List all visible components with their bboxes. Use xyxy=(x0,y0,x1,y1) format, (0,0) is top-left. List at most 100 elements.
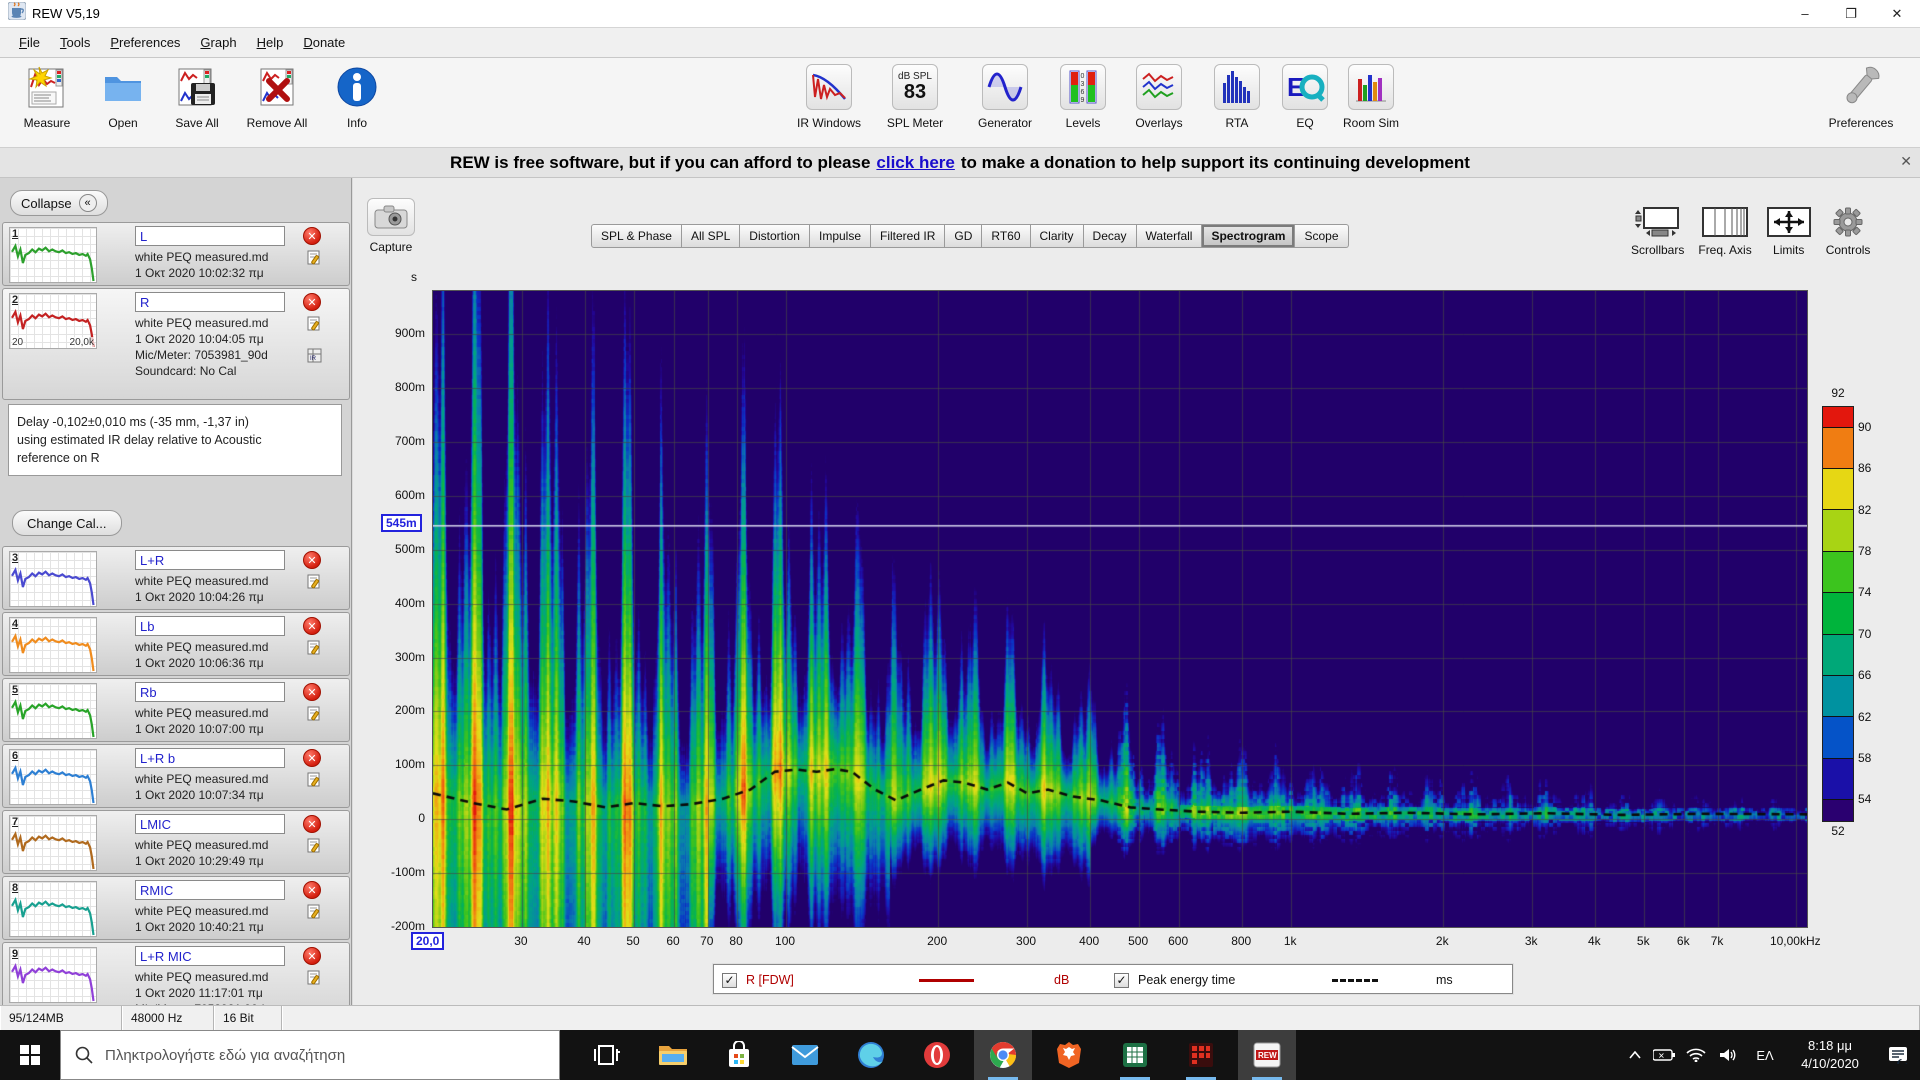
scrollbars-button[interactable]: Scrollbars xyxy=(1631,204,1684,257)
notes-icon[interactable] xyxy=(307,640,322,660)
notes-icon[interactable] xyxy=(307,904,322,924)
measurement-row-lmic[interactable]: 7 ✕ white PEQ measured.md 1 Οκτ 2020 10:29:… xyxy=(2,810,350,874)
tab-decay[interactable]: Decay xyxy=(1083,224,1137,248)
tray-language[interactable]: ΕΛ xyxy=(1746,1048,1784,1063)
measurement-row-rmic[interactable]: 8 ✕ white PEQ measured.md 1 Οκτ 2020 10:40:… xyxy=(2,876,350,940)
measurement-row-rb[interactable]: 5 ✕ white PEQ measured.md 1 Οκτ 2020 10:07:… xyxy=(2,678,350,742)
delete-measurement-icon[interactable]: ✕ xyxy=(303,947,321,965)
menu-donate[interactable]: Donate xyxy=(294,31,354,54)
tab-spectrogram[interactable]: Spectrogram xyxy=(1202,224,1296,248)
measurement-name-input[interactable] xyxy=(135,946,285,966)
controls-button[interactable]: Controls xyxy=(1826,204,1870,257)
delete-measurement-icon[interactable]: ✕ xyxy=(303,749,321,767)
room-sim-button[interactable]: Room Sim xyxy=(1332,64,1410,130)
taskbar-app-store[interactable] xyxy=(710,1030,768,1080)
tab-distortion[interactable]: Distortion xyxy=(740,224,810,248)
taskbar-app-mail[interactable] xyxy=(776,1030,834,1080)
delete-measurement-icon[interactable]: ✕ xyxy=(303,815,321,833)
delete-measurement-icon[interactable]: ✕ xyxy=(303,293,321,311)
notes-icon[interactable] xyxy=(307,574,322,594)
menu-help[interactable]: Help xyxy=(248,31,293,54)
rta-button[interactable]: RTA xyxy=(1198,64,1276,130)
tab-filtered-ir[interactable]: Filtered IR xyxy=(871,224,946,248)
taskbar-app-edge[interactable] xyxy=(842,1030,900,1080)
banner-close-icon[interactable]: ✕ xyxy=(1900,153,1912,170)
remove-all-button[interactable]: Remove All xyxy=(238,64,316,130)
taskbar-app-chrome[interactable] xyxy=(974,1030,1032,1080)
delete-measurement-icon[interactable]: ✕ xyxy=(303,683,321,701)
info-button[interactable]: Info xyxy=(318,64,396,130)
tab-clarity[interactable]: Clarity xyxy=(1030,224,1084,248)
tab-spl-phase[interactable]: SPL & Phase xyxy=(591,224,682,248)
notes-icon[interactable] xyxy=(307,250,322,270)
notes-icon[interactable] xyxy=(307,316,322,336)
tab-gd[interactable]: GD xyxy=(945,224,983,248)
measurement-name-input[interactable] xyxy=(135,226,285,246)
notes-icon[interactable] xyxy=(307,970,322,990)
delete-measurement-icon[interactable]: ✕ xyxy=(303,617,321,635)
spl-meter-button[interactable]: dB SPL 83 SPL Meter xyxy=(876,64,954,130)
measurement-name-input[interactable] xyxy=(135,616,285,636)
measure-button[interactable]: Measure xyxy=(8,64,86,130)
x-cursor-value[interactable]: 20,0 xyxy=(411,932,445,950)
y-cursor-value[interactable]: 545m xyxy=(381,514,422,533)
menu-tools[interactable]: Tools xyxy=(51,31,99,54)
measurement-row-l-r-b[interactable]: 6 ✕ white PEQ measured.md 1 Οκτ 2020 10:07:… xyxy=(2,744,350,808)
spectrogram-canvas[interactable] xyxy=(433,291,1807,927)
minimize-button[interactable]: – xyxy=(1782,0,1828,27)
taskbar-app-file-explorer[interactable] xyxy=(644,1030,702,1080)
save-all-button[interactable]: Save All xyxy=(158,64,236,130)
change-cal-button[interactable]: Change Cal... xyxy=(12,510,122,536)
notification-icon[interactable] xyxy=(1876,1046,1920,1064)
menu-graph[interactable]: Graph xyxy=(191,31,245,54)
wifi-icon[interactable] xyxy=(1680,1048,1712,1062)
menu-file[interactable]: File xyxy=(10,31,49,54)
speaker-icon[interactable] xyxy=(1712,1048,1746,1062)
measurement-row-l-r[interactable]: 3 ✕ white PEQ measured.md 1 Οκτ 2020 10:04:… xyxy=(2,546,350,610)
taskbar-search[interactable]: Πληκτρολογήστε εδώ για αναζήτηση xyxy=(60,1030,560,1080)
cal-file-icon[interactable]: IR xyxy=(307,348,322,368)
freq-axis-button[interactable]: Freq. Axis xyxy=(1698,204,1752,257)
measurement-name-input[interactable] xyxy=(135,292,285,312)
series2-checkbox[interactable]: ✓ xyxy=(1114,972,1129,988)
notes-icon[interactable] xyxy=(307,772,322,792)
taskbar-app-opera[interactable] xyxy=(908,1030,966,1080)
measurement-name-input[interactable] xyxy=(135,748,285,768)
levels-button[interactable]: 0369 Levels xyxy=(1044,64,1122,130)
spectrogram-plot[interactable] xyxy=(432,290,1808,928)
series1-checkbox[interactable]: ✓ xyxy=(722,972,737,988)
taskbar-app-brave[interactable] xyxy=(1040,1030,1098,1080)
taskbar-app-rew[interactable]: REW xyxy=(1238,1030,1296,1080)
tab-waterfall[interactable]: Waterfall xyxy=(1136,224,1203,248)
generator-button[interactable]: Generator xyxy=(966,64,1044,130)
taskbar-app-task-view[interactable] xyxy=(578,1030,636,1080)
tab-all-spl[interactable]: All SPL xyxy=(681,224,741,248)
taskbar-app-spreadsheet[interactable] xyxy=(1106,1030,1164,1080)
limits-button[interactable]: Limits xyxy=(1766,204,1812,257)
ir-windows-button[interactable]: IR Windows xyxy=(790,64,868,130)
delete-measurement-icon[interactable]: ✕ xyxy=(303,881,321,899)
capture-button[interactable] xyxy=(367,198,415,236)
measurement-name-input[interactable] xyxy=(135,682,285,702)
tab-scope[interactable]: Scope xyxy=(1295,224,1349,248)
notes-icon[interactable] xyxy=(307,838,322,858)
measurement-name-input[interactable] xyxy=(135,814,285,834)
measurement-row-l-r-mic[interactable]: 9 ✕ white PEQ measured.md 1 Οκτ 2020 11:17:… xyxy=(2,942,350,1005)
delete-measurement-icon[interactable]: ✕ xyxy=(303,227,321,245)
measurement-name-input[interactable] xyxy=(135,550,285,570)
notes-icon[interactable] xyxy=(307,706,322,726)
collapse-button[interactable]: Collapse « xyxy=(10,190,108,216)
open-button[interactable]: Open xyxy=(84,64,162,130)
close-button[interactable]: ✕ xyxy=(1874,0,1920,27)
taskbar-app-rew-file[interactable] xyxy=(1172,1030,1230,1080)
measurement-name-input[interactable] xyxy=(135,880,285,900)
donation-link[interactable]: click here xyxy=(876,153,954,173)
measurement-row-l[interactable]: 1 ✕ white PEQ measured.md 1 Οκτ 2020 10:02:… xyxy=(2,222,350,286)
tab-rt60[interactable]: RT60 xyxy=(982,224,1031,248)
menu-preferences[interactable]: Preferences xyxy=(101,31,189,54)
overlays-button[interactable]: Overlays xyxy=(1120,64,1198,130)
preferences-button[interactable]: Preferences xyxy=(1822,64,1900,130)
battery-icon[interactable]: ✕ xyxy=(1648,1049,1680,1061)
start-button[interactable] xyxy=(0,1030,60,1080)
tray-clock[interactable]: 8:18 μμ 4/10/2020 xyxy=(1784,1037,1876,1072)
